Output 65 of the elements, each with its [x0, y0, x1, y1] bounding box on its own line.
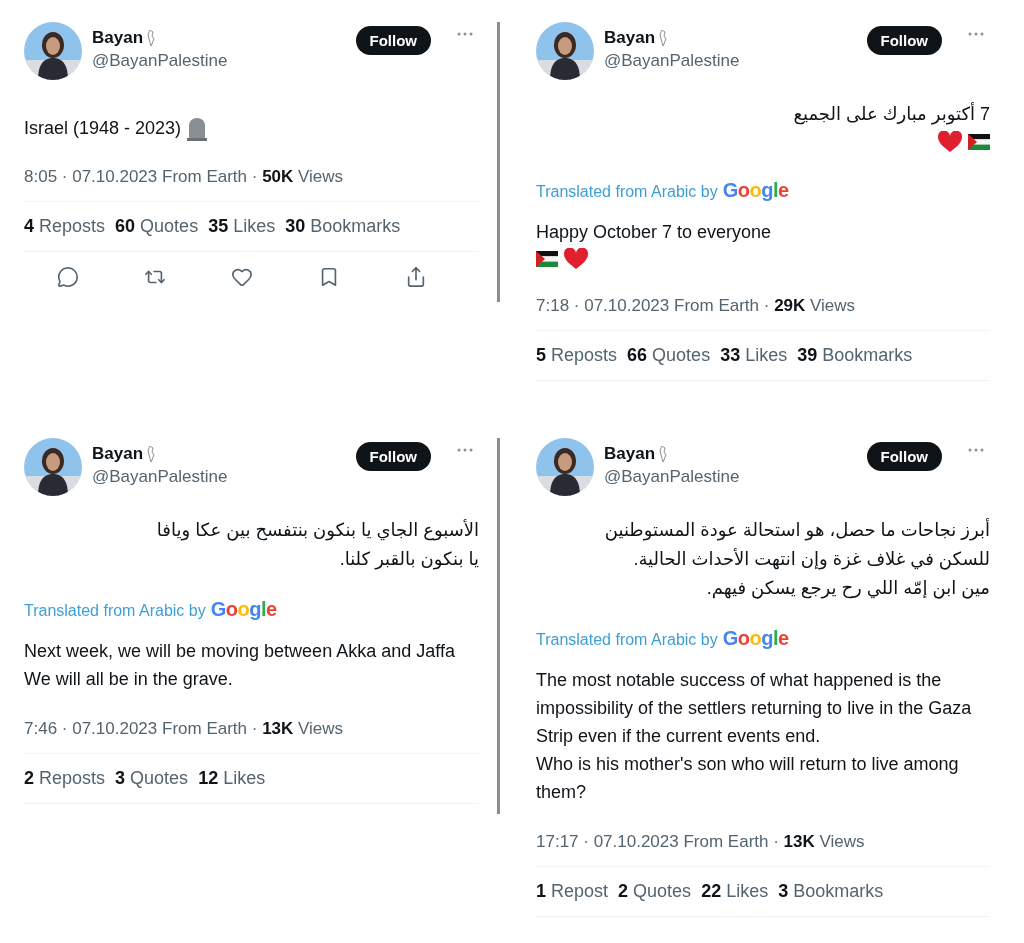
avatar — [24, 437, 82, 496]
display-name: Bayan — [92, 28, 144, 48]
engagement-stat[interactable]: 2 Reposts — [24, 767, 106, 789]
engagement-stat[interactable]: 3 Quotes — [115, 767, 189, 789]
engagement-stat[interactable]: 12 Likes — [198, 767, 266, 789]
post-timestamp: 8:05 · 07.10.2023 From Earth · 50K Views — [24, 167, 479, 202]
flag-icon — [968, 134, 990, 150]
google-wordmark: Google — [722, 626, 789, 650]
follow-button[interactable]: Follow — [866, 441, 942, 471]
follow-button[interactable]: Follow — [355, 441, 431, 471]
map-shape-icon — [147, 30, 156, 46]
engagement-stat[interactable]: 2 Quotes — [618, 880, 692, 902]
post-text: للسكن في غلاف غزة وإن انتهت الأحداث الحالية. — [633, 547, 990, 572]
engagement-stat[interactable]: 1 Repost — [536, 880, 609, 902]
translated-text: Happy October 7 to everyone — [536, 221, 773, 244]
post-text: يا بنكون بالقبر كلنا. — [339, 547, 479, 572]
like-button[interactable] — [230, 266, 253, 288]
engagement-stat[interactable]: 3 Bookmarks — [778, 880, 884, 902]
engagement-stat[interactable]: 4 Reposts — [24, 216, 106, 237]
more-icon[interactable] — [968, 32, 984, 36]
engagement-stat[interactable]: 5 Reposts — [536, 345, 618, 366]
avatar — [536, 437, 594, 496]
post-text: Israel (1948 - 2023) — [24, 117, 182, 140]
headstone-icon — [187, 116, 208, 141]
heart-icon — [938, 131, 962, 153]
engagement-stat[interactable]: 60 Quotes — [115, 216, 199, 237]
follow-button[interactable]: Follow — [866, 26, 942, 55]
follow-button[interactable]: Follow — [355, 26, 431, 55]
map-shape-icon — [659, 30, 668, 46]
map-shape-icon — [147, 445, 156, 462]
engagement-stat[interactable]: 66 Quotes — [627, 345, 711, 366]
reply-button[interactable] — [56, 266, 79, 288]
user-handle: @BayanPalestine — [92, 466, 229, 487]
google-wordmark: Google — [722, 179, 789, 202]
post-text: 7 أكتوبر مبارك على الجميع — [793, 102, 990, 127]
post-timestamp: 7:46 · 07.10.2023 From Earth · 13K Views — [24, 718, 479, 754]
avatar — [24, 22, 82, 80]
flag-icon — [536, 251, 558, 267]
user-handle: @BayanPalestine — [92, 51, 229, 71]
translated-text: Who is his mother's son who will return to live among them? — [536, 752, 960, 804]
display-name: Bayan — [92, 443, 144, 464]
user-handle: @BayanPalestine — [604, 51, 741, 71]
engagement-stat[interactable]: 39 Bookmarks — [797, 345, 913, 366]
user-handle: @BayanPalestine — [604, 466, 741, 487]
more-icon[interactable] — [457, 32, 473, 36]
display-name: Bayan — [604, 443, 656, 464]
google-wordmark: Google — [210, 597, 277, 621]
translated-text: Next week, we will be moving between Akka and Jaffa — [24, 639, 456, 663]
engagement-stat[interactable]: 35 Likes — [208, 216, 276, 237]
engagement-stat[interactable]: 33 Likes — [720, 345, 788, 366]
post-text: الأسبوع الجاي يا بنكون بنتفسح بين عكا ويافا — [156, 518, 479, 543]
post-text: مين ابن إمّه اللي رح يرجع يسكن فيهم. — [706, 576, 990, 601]
more-icon[interactable] — [968, 447, 984, 452]
heart-icon — [564, 248, 588, 270]
engagement-stat[interactable]: 30 Bookmarks — [285, 216, 401, 237]
translated-text: The most notable success of what happened is the impossibility of the settlers returning to live in the Gaza Strip even if the current events end. — [536, 668, 973, 748]
post-timestamp: 7:18 · 07.10.2023 From Earth · 29K Views — [536, 296, 990, 331]
more-icon[interactable] — [457, 447, 473, 452]
post-text: أبرز نجاحات ما حصل، هو استحالة عودة المستوطنين — [604, 517, 990, 543]
post-timestamp: 17:17 · 07.10.2023 From Earth · 13K Views — [536, 831, 990, 867]
avatar — [536, 22, 594, 80]
display-name: Bayan — [604, 28, 656, 48]
translated-text: We will all be in the grave. — [24, 667, 234, 691]
engagement-stat[interactable]: 22 Likes — [701, 880, 769, 902]
map-shape-icon — [659, 445, 668, 462]
